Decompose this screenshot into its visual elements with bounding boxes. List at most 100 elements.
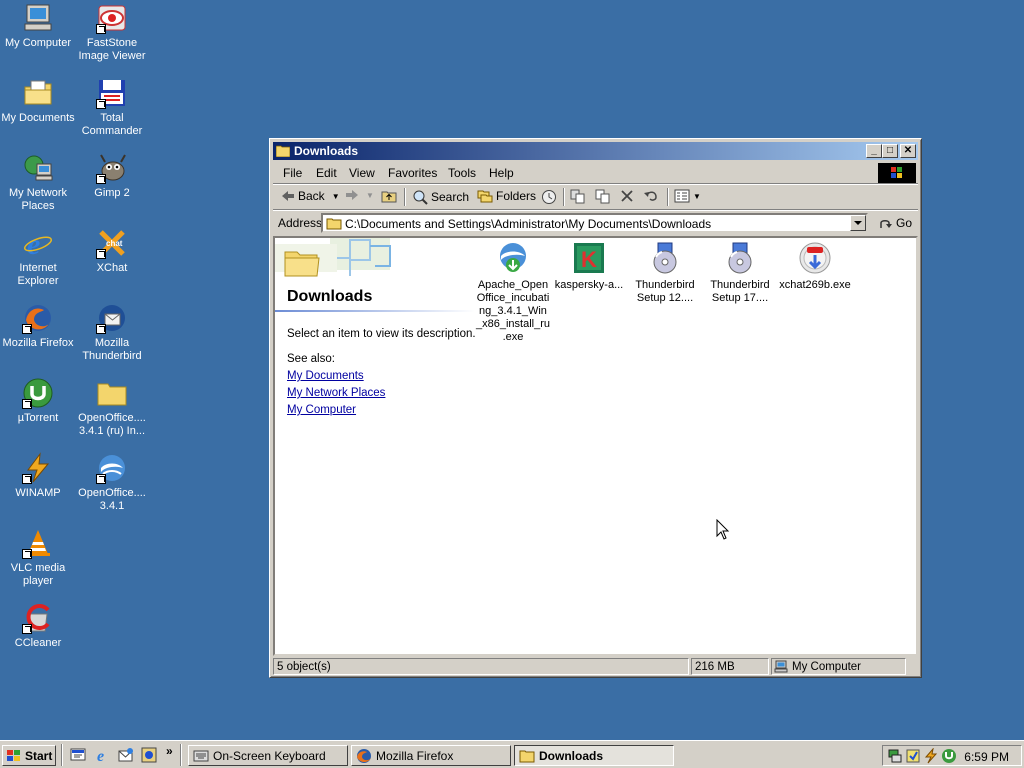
start-button[interactable]: Start	[2, 745, 56, 766]
address-path[interactable]: C:\Documents and Settings\Administrator\…	[345, 217, 711, 231]
forward-button[interactable]: ▼	[345, 189, 374, 201]
desktop-icon-ccleaner[interactable]: CCleaner	[0, 602, 76, 650]
back-arrow-icon	[282, 191, 294, 201]
explorer-window[interactable]: Downloads _ □ ✕ File Edit View Favorites…	[269, 138, 922, 678]
desktop-icon-internet-explorer[interactable]: e Internet Explorer	[0, 227, 76, 288]
menu-file[interactable]: File	[283, 166, 302, 180]
setup-cd-icon	[723, 241, 757, 275]
folder-icon	[96, 377, 128, 409]
desktop-icon-my-documents[interactable]: My Documents	[0, 77, 76, 125]
menu-bar: File Edit View Favorites Tools Help	[273, 162, 918, 184]
windows-flag-icon	[891, 167, 902, 178]
title-bar[interactable]: Downloads _ □ ✕	[273, 142, 918, 160]
menu-tools[interactable]: Tools	[448, 166, 476, 180]
copy-to-button[interactable]	[595, 189, 611, 205]
back-button[interactable]: Back ▼	[281, 189, 340, 203]
outlook-express-icon[interactable]	[118, 747, 134, 763]
maximize-button[interactable]: □	[882, 144, 898, 158]
desktop-icon-faststone[interactable]: FastStone Image Viewer	[74, 2, 150, 63]
desktop-icon-gimp[interactable]: Gimp 2	[74, 152, 150, 200]
desktop-icon-label: CCleaner	[14, 637, 62, 649]
windows-flag-icon	[7, 749, 20, 761]
folders-button[interactable]: Folders	[477, 189, 536, 203]
desktop-icon-utorrent[interactable]: µTorrent	[0, 377, 76, 425]
clock[interactable]: 6:59 PM	[964, 750, 1009, 764]
menu-view[interactable]: View	[349, 166, 375, 180]
back-dropdown-icon[interactable]: ▼	[332, 192, 340, 201]
desktop-icon-label: Internet Explorer	[17, 262, 59, 287]
move-to-button[interactable]	[570, 189, 586, 205]
see-also-label: See also:	[287, 353, 335, 365]
setup-cd-icon	[648, 241, 682, 275]
desktop-icon-my-computer[interactable]: My Computer	[0, 2, 76, 50]
file-item[interactable]: Apache_Open Office_incubati ng_3.4.1_Win…	[475, 241, 551, 344]
internet-explorer-icon: e	[22, 227, 54, 259]
desktop-icon-network-places[interactable]: My Network Places	[0, 152, 76, 213]
minimize-button[interactable]: _	[866, 144, 882, 158]
menu-favorites[interactable]: Favorites	[388, 166, 437, 180]
winamp-tray-icon[interactable]	[923, 748, 939, 764]
desktop-icon-label: XChat	[96, 262, 128, 274]
menu-edit[interactable]: Edit	[316, 166, 337, 180]
desktop-icon-label: OpenOffice.... 3.4.1 (ru) In...	[78, 412, 146, 437]
file-item[interactable]: Thunderbird Setup 17....	[702, 241, 778, 305]
search-button[interactable]: Search	[412, 189, 469, 205]
utorrent-tray-icon[interactable]	[941, 748, 957, 764]
menu-help[interactable]: Help	[489, 166, 514, 180]
desktop-icon-label: Mozilla Thunderbird	[82, 337, 142, 362]
views-button[interactable]: ▼	[674, 189, 701, 203]
maximize-icon: □	[886, 145, 894, 156]
quick-launch-chevron-icon[interactable]: »	[166, 744, 173, 758]
file-item[interactable]: Thunderbird Setup 12....	[627, 241, 703, 305]
delete-button[interactable]	[620, 189, 634, 203]
total-commander-icon	[96, 77, 128, 109]
folder-icon	[326, 218, 342, 230]
xchat-icon: chat	[96, 227, 128, 259]
up-folder-icon	[381, 191, 397, 203]
move-to-icon	[570, 189, 585, 204]
status-bar: 5 object(s) 216 MB My Computer	[273, 657, 918, 676]
my-documents-icon	[22, 77, 54, 109]
forward-dropdown-icon[interactable]: ▼	[366, 191, 374, 200]
desktop-icon-winamp[interactable]: WINAMP	[0, 452, 76, 500]
views-dropdown-icon[interactable]: ▼	[693, 192, 701, 201]
network-tray-icon[interactable]	[887, 748, 903, 764]
desktop-icon-thunderbird[interactable]: Mozilla Thunderbird	[74, 302, 150, 363]
desktop-icon-vlc[interactable]: VLC media player	[0, 527, 76, 588]
windows-media-icon[interactable]	[141, 747, 157, 763]
address-dropdown-button[interactable]	[850, 215, 866, 231]
link-my-documents[interactable]: My Documents	[287, 370, 364, 382]
task-mozilla-firefox[interactable]: Mozilla Firefox	[351, 745, 511, 766]
address-field[interactable]: C:\Documents and Settings\Administrator\…	[321, 213, 868, 233]
desktop-icon-total-commander[interactable]: Total Commander	[74, 77, 150, 138]
utorrent-icon	[22, 377, 54, 409]
openoffice-icon	[96, 452, 128, 484]
task-pane-divider	[275, 310, 475, 312]
show-desktop-icon[interactable]	[70, 747, 86, 763]
file-item[interactable]: K kaspersky-a...	[551, 241, 627, 292]
address-bar: Address C:\Documents and Settings\Admini…	[273, 211, 918, 235]
folder-icon	[276, 145, 290, 157]
folder-view[interactable]: Downloads Select an item to view its des…	[273, 236, 918, 656]
desktop-icon-label: Total Commander	[81, 112, 143, 137]
history-button[interactable]	[541, 189, 557, 205]
link-my-computer[interactable]: My Computer	[287, 404, 356, 416]
desktop-icon-label: VLC media player	[10, 562, 66, 587]
svg-text:e: e	[97, 748, 104, 763]
kaspersky-icon: K	[572, 241, 606, 275]
task-on-screen-keyboard[interactable]: On-Screen Keyboard	[188, 745, 348, 766]
close-button[interactable]: ✕	[900, 144, 916, 158]
internet-explorer-icon[interactable]: e	[95, 747, 111, 763]
file-item[interactable]: xchat269b.exe	[774, 241, 856, 292]
desktop-icon-openoffice[interactable]: OpenOffice.... 3.4.1	[74, 452, 150, 513]
up-folder-button[interactable]	[381, 189, 397, 203]
security-tray-icon[interactable]	[905, 748, 921, 764]
link-my-network-places[interactable]: My Network Places	[287, 387, 385, 399]
desktop-icon-openoffice-folder[interactable]: OpenOffice.... 3.4.1 (ru) In...	[74, 377, 150, 438]
undo-button[interactable]	[643, 189, 659, 203]
go-button[interactable]: Go	[879, 216, 912, 230]
folder-icon	[519, 750, 535, 762]
task-downloads[interactable]: Downloads	[514, 745, 674, 766]
desktop-icon-firefox[interactable]: Mozilla Firefox	[0, 302, 76, 350]
desktop-icon-xchat[interactable]: chat XChat	[74, 227, 150, 275]
